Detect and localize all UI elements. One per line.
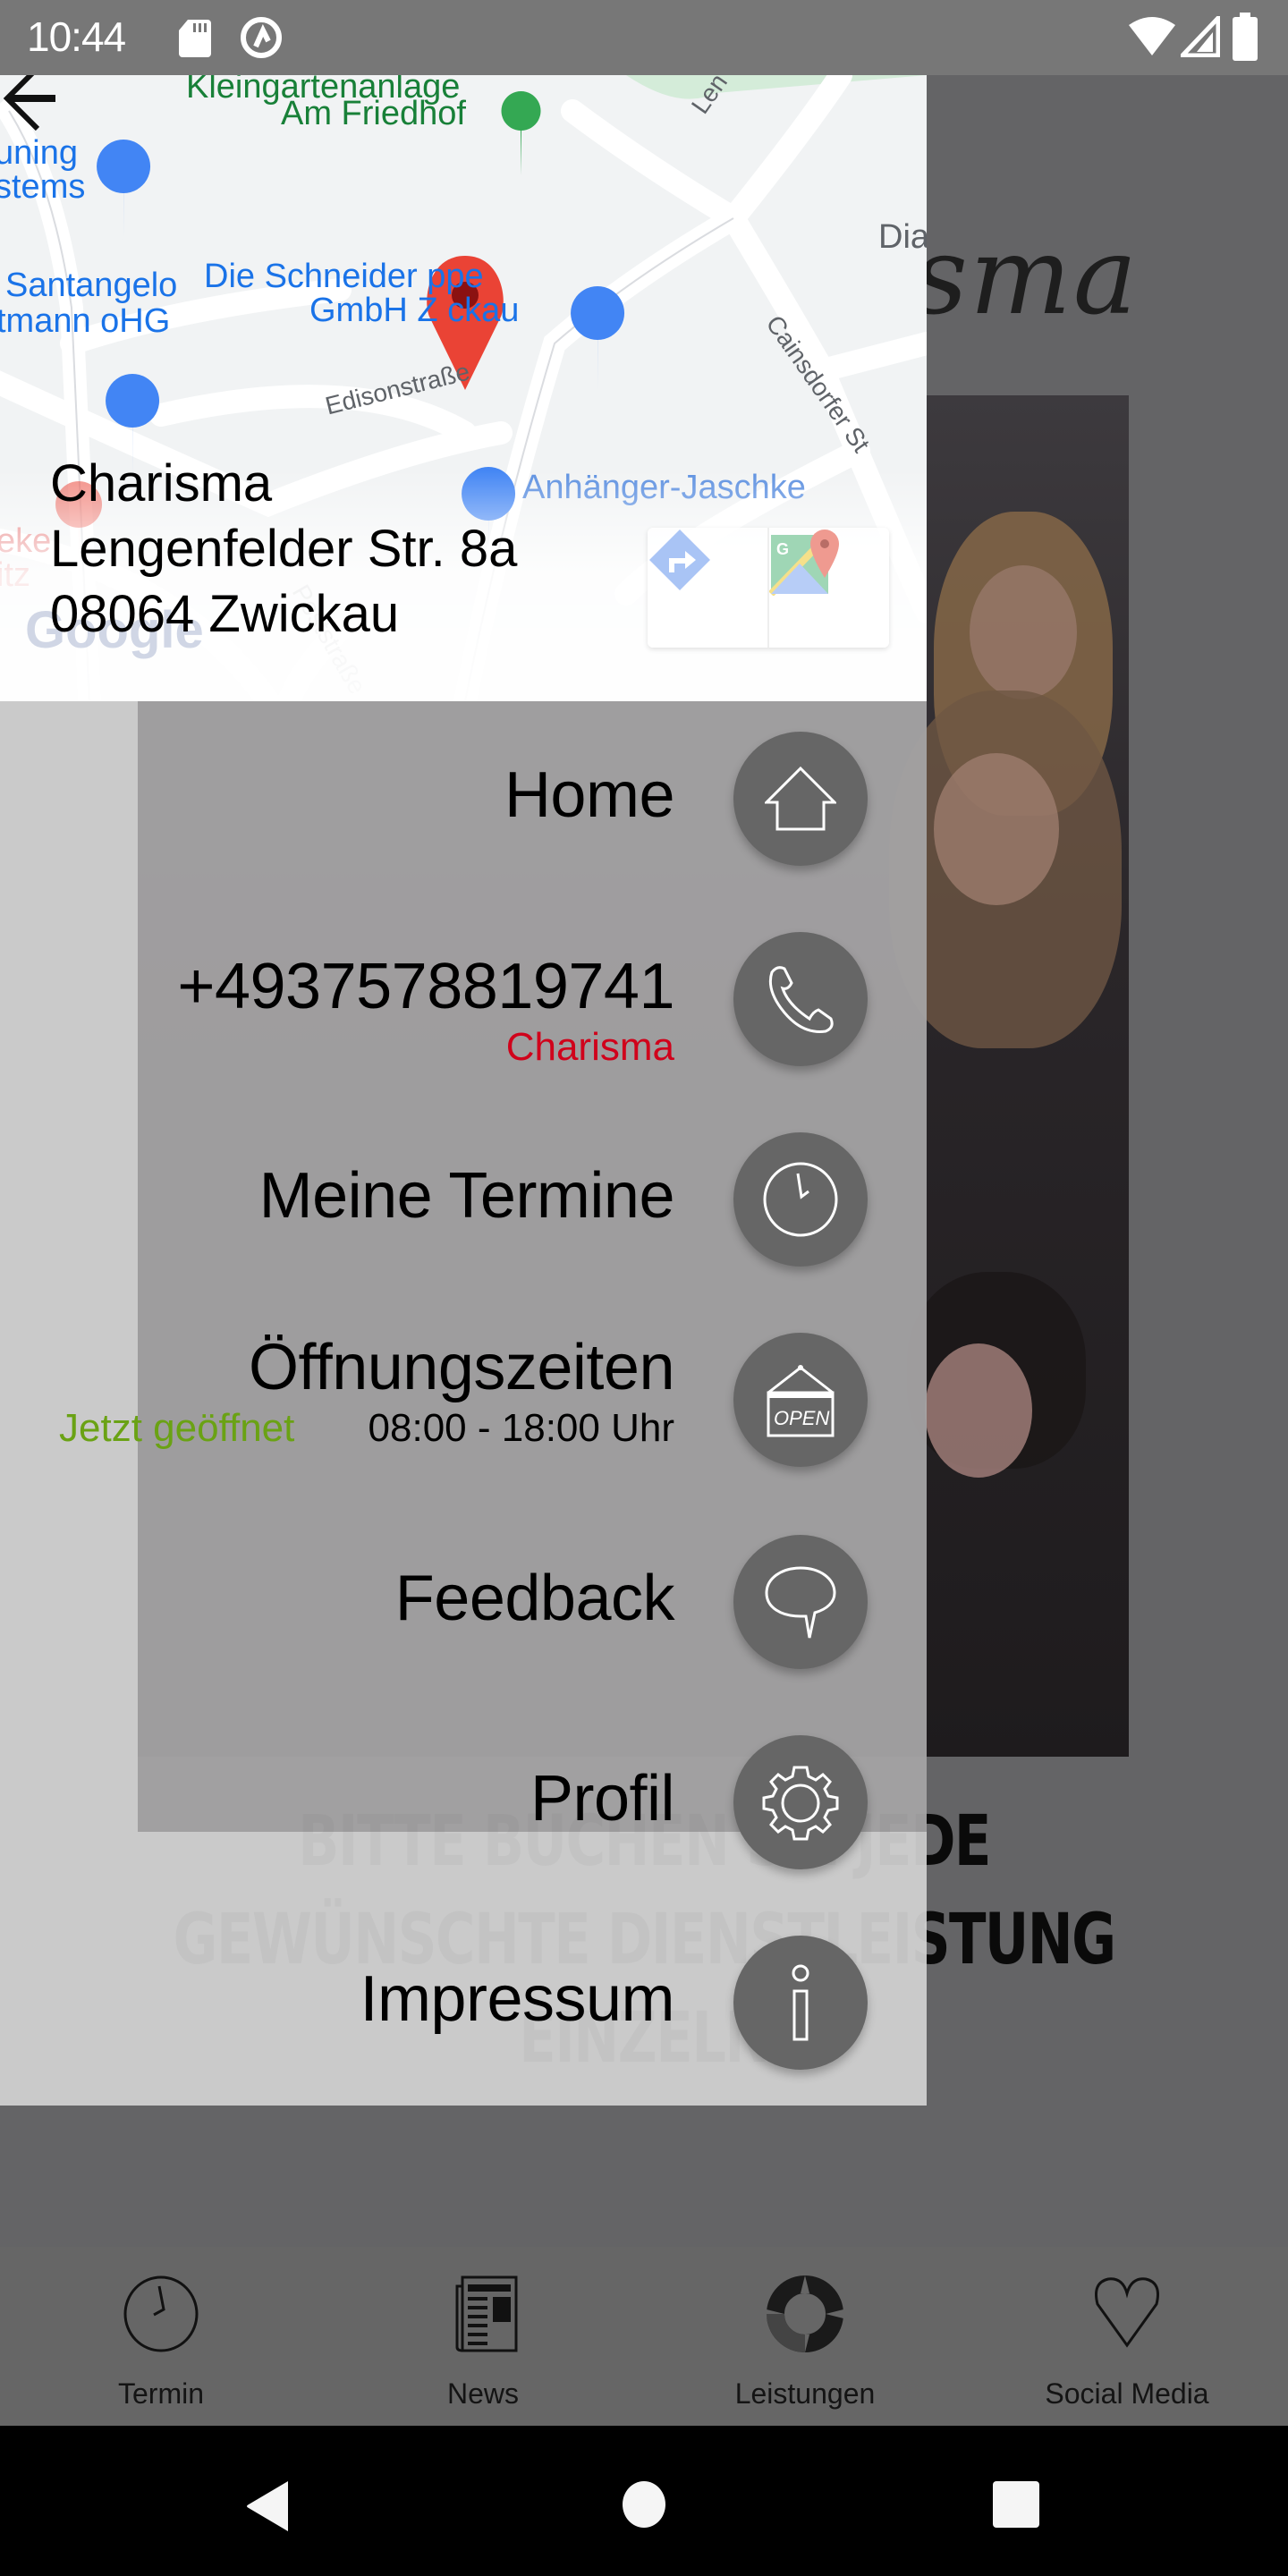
phone-fab[interactable] — [733, 932, 868, 1066]
nav-label-termin: Termin — [117, 2377, 204, 2410]
side-drawer: Kleingartenanlage Am Friedhof uning stem… — [0, 75, 927, 2106]
phone-sublabel: Charisma — [505, 1025, 674, 1069]
menu-label-appointments: Meine Termine — [258, 1160, 675, 1232]
map-label-park-2: Am Friedhof — [281, 95, 466, 132]
home-icon — [765, 767, 836, 831]
menu-label-home: Home — [504, 759, 675, 831]
location-map[interactable]: Kleingartenanlage Am Friedhof uning stem… — [0, 75, 927, 701]
back-nav-icon[interactable] — [242, 2479, 295, 2533]
gear-icon — [762, 1766, 839, 1841]
imprint-fab[interactable] — [733, 1936, 868, 2070]
menu-item-appointments[interactable]: Meine Termine — [0, 1132, 927, 1267]
newspaper-icon — [455, 2275, 518, 2352]
map-label-schneider-2: GmbH Z ckau — [309, 292, 520, 329]
map-label-santangelo-1: Santangelo — [5, 267, 178, 304]
nav-label-news: News — [446, 2377, 519, 2410]
nav-label-social-media: Social Media — [1045, 2377, 1209, 2410]
sd-card-icon — [179, 20, 211, 57]
home-fab[interactable] — [733, 732, 868, 866]
business-city: 08064 Zwickau — [50, 585, 400, 643]
nav-item-termin[interactable]: Termin — [0, 2247, 322, 2426]
menu-item-phone[interactable]: +4937578819741 Charisma — [0, 932, 927, 1069]
menu-item-opening-hours[interactable]: Öffnungszeiten Jetzt geöffnet 08:00 - 18… — [0, 1332, 927, 1467]
clock-icon — [763, 1162, 838, 1237]
menu-item-home[interactable]: Home — [0, 732, 927, 866]
status-time: 10:44 — [27, 13, 126, 60]
menu-label-feedback: Feedback — [394, 1563, 675, 1634]
phone-icon — [768, 966, 834, 1033]
at-sign-icon — [241, 17, 282, 58]
menu-label-profile: Profil — [530, 1763, 675, 1835]
nav-label-leistungen: Leistungen — [734, 2377, 876, 2410]
directions-icon — [649, 530, 710, 590]
nav-item-social-media[interactable]: Social Media — [966, 2247, 1288, 2426]
opening-hours-fab[interactable]: OPEN — [733, 1333, 868, 1467]
back-arrow-icon[interactable] — [0, 75, 63, 138]
map-label-poi-left-2: stems — [0, 168, 86, 206]
map-label-santangelo-2: tmann oHG — [0, 302, 171, 340]
business-street: Lengenfelder Str. 8a — [50, 520, 518, 578]
feedback-fab[interactable] — [733, 1535, 868, 1669]
services-ring-icon — [767, 2275, 843, 2352]
opening-hours: 08:00 - 18:00 Uhr — [368, 1406, 674, 1450]
heart-icon — [1095, 2277, 1159, 2348]
directions-button[interactable] — [648, 528, 767, 648]
svg-text:G: G — [776, 540, 789, 558]
map-action-buttons: G — [648, 528, 889, 648]
home-nav-icon[interactable] — [621, 2479, 667, 2529]
info-icon — [792, 1964, 809, 2041]
map-label-poi-left-1: uning — [0, 134, 78, 172]
recents-nav-icon[interactable] — [991, 2479, 1041, 2529]
menu-item-profile[interactable]: Profil — [0, 1735, 927, 1869]
menu-label-imprint: Impressum — [360, 1963, 674, 2035]
battery-icon — [1233, 13, 1258, 61]
cellular-signal-icon — [1181, 16, 1220, 57]
appointments-fab[interactable] — [733, 1132, 868, 1267]
business-name: Charisma — [50, 454, 273, 513]
open-google-maps-button[interactable]: G — [767, 528, 889, 648]
clock-icon — [123, 2275, 199, 2352]
menu-item-imprint[interactable]: Impressum — [0, 1936, 927, 2070]
bottom-navigation: Termin News Leistungen Social Media — [0, 2247, 1288, 2426]
menu-label-opening-hours: Öffnungszeiten — [248, 1332, 675, 1403]
speech-bubble-icon — [765, 1566, 836, 1639]
profile-fab[interactable] — [733, 1735, 868, 1869]
status-bar: 10:44 — [0, 0, 1288, 75]
nav-item-news[interactable]: News — [322, 2247, 644, 2426]
open-sign-icon: OPEN — [767, 1365, 835, 1437]
system-navigation-bar — [0, 2426, 1288, 2576]
open-status: Jetzt geöffnet — [59, 1406, 295, 1450]
business-address: Charisma Lengenfelder Str. 8a 08064 Zwic… — [50, 451, 517, 647]
wifi-icon — [1129, 17, 1175, 55]
menu-item-feedback[interactable]: Feedback — [0, 1535, 927, 1669]
nav-item-leistungen[interactable]: Leistungen — [644, 2247, 966, 2426]
svg-text:OPEN: OPEN — [774, 1407, 829, 1429]
google-maps-icon: G — [769, 530, 839, 596]
map-label-schneider-1: Die Schneider ppe — [204, 258, 484, 295]
map-label-dia: Dia — [878, 218, 927, 256]
menu-label-phone: +4937578819741 — [177, 951, 674, 1022]
